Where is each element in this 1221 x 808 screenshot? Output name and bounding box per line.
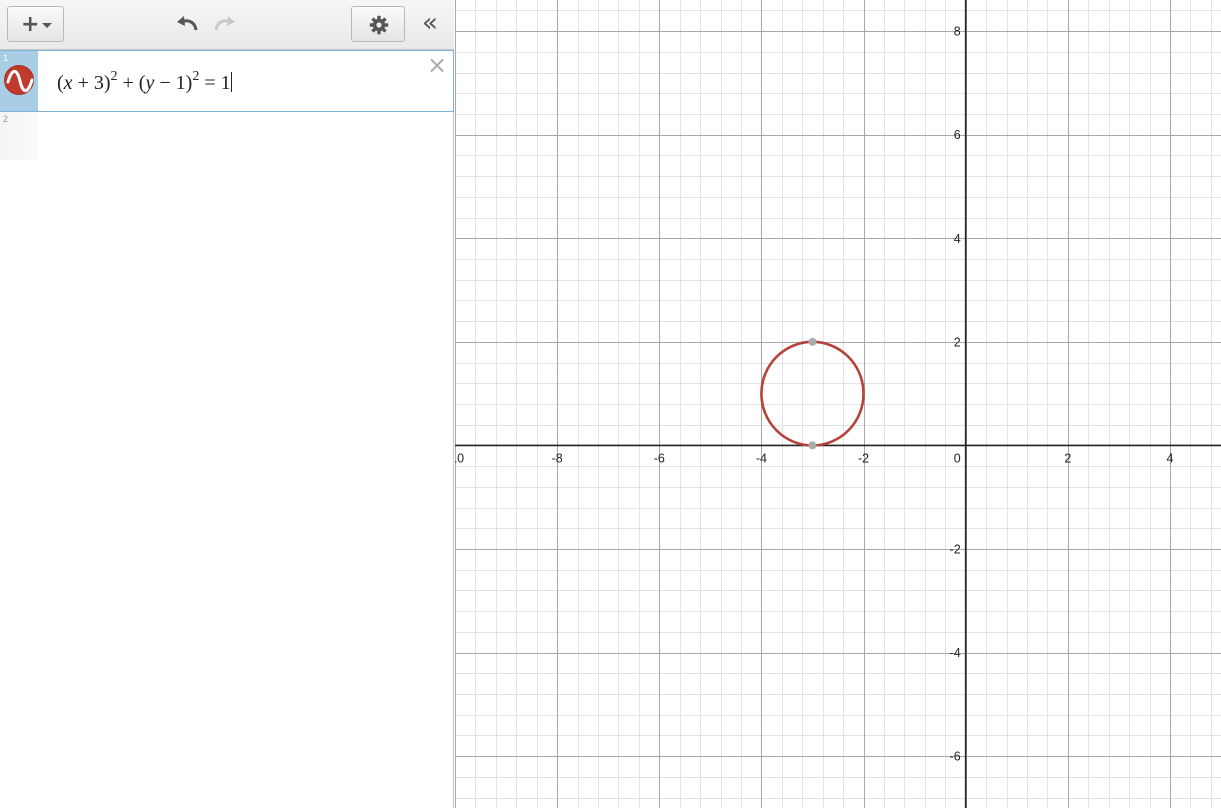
y-tick-label: -6 (950, 750, 961, 764)
expression-row[interactable]: 1 (x + 3)2 + (y − 1)2 = 1 × (0, 50, 454, 112)
circle-curve (760, 340, 865, 447)
graph-canvas[interactable]: -10 -8 -6 -4 -2 0 2 4 8 6 4 2 -2 -4 -6 (446, 0, 1221, 808)
expression-gutter: 2 (0, 112, 38, 160)
text-cursor (230, 72, 232, 92)
undo-button[interactable] (174, 12, 202, 36)
math-token: = (199, 72, 221, 94)
math-token: x (63, 72, 73, 94)
point-of-interest (808, 441, 817, 450)
expression-row-empty[interactable]: 2 (0, 112, 454, 160)
toolbar: + « (0, 0, 454, 50)
math-exponent: 2 (110, 69, 118, 84)
sine-wave-icon (6, 69, 34, 93)
y-tick-label: 6 (954, 128, 961, 142)
math-token: ) (103, 72, 111, 94)
y-tick-label: 8 (954, 25, 961, 39)
add-item-button[interactable]: + (7, 6, 64, 42)
settings-button[interactable] (351, 6, 405, 42)
math-token: + (117, 72, 139, 94)
graph-paper[interactable]: -10 -8 -6 -4 -2 0 2 4 8 6 4 2 -2 -4 -6 (446, 0, 1221, 808)
expression-list-panel: + « 1 (x + 3)2 + (y − 1)2 = 1 × 2 (0, 0, 454, 808)
x-tick-label: -6 (654, 451, 665, 465)
undo-icon (177, 16, 198, 31)
math-token: 1 (220, 72, 231, 94)
chevron-down-icon (42, 23, 52, 28)
math-token: 3 (93, 72, 104, 94)
redo-button[interactable] (210, 12, 238, 36)
plus-icon: + (21, 12, 40, 37)
delete-expression-button[interactable]: × (426, 53, 448, 77)
x-tick-label: 2 (1064, 451, 1071, 465)
expression-index: 1 (3, 53, 9, 63)
y-tick-label: -2 (950, 543, 961, 557)
gear-icon (369, 15, 389, 35)
x-tick-label: -2 (858, 451, 869, 465)
y-tick-label: 4 (954, 232, 961, 246)
math-token: − (154, 72, 176, 94)
y-tick-label: -4 (950, 646, 961, 660)
expression-gutter: 1 (0, 51, 38, 111)
collapse-panel-button[interactable]: « (416, 10, 444, 38)
x-tick-label: -10 (455, 451, 464, 465)
y-tick-label: 2 (954, 335, 961, 349)
expression-index: 2 (3, 114, 9, 124)
x-tick-label: -8 (552, 451, 563, 465)
point-of-interest (808, 337, 817, 346)
x-tick-label: -4 (756, 451, 767, 465)
redo-icon (214, 16, 235, 31)
math-token: ( (57, 72, 64, 94)
x-tick-label: 4 (1166, 451, 1173, 465)
x-tick-label: 0 (954, 451, 961, 465)
graph-toggle-icon[interactable] (4, 65, 34, 95)
graphing-calculator: + « 1 (x + 3)2 + (y − 1)2 = 1 × 2 0 -8 -… (0, 0, 1221, 808)
math-token: 1 (175, 72, 186, 94)
math-token: + (72, 72, 94, 94)
expression-input[interactable]: (x + 3)2 + (y − 1)2 = 1 (57, 69, 232, 95)
